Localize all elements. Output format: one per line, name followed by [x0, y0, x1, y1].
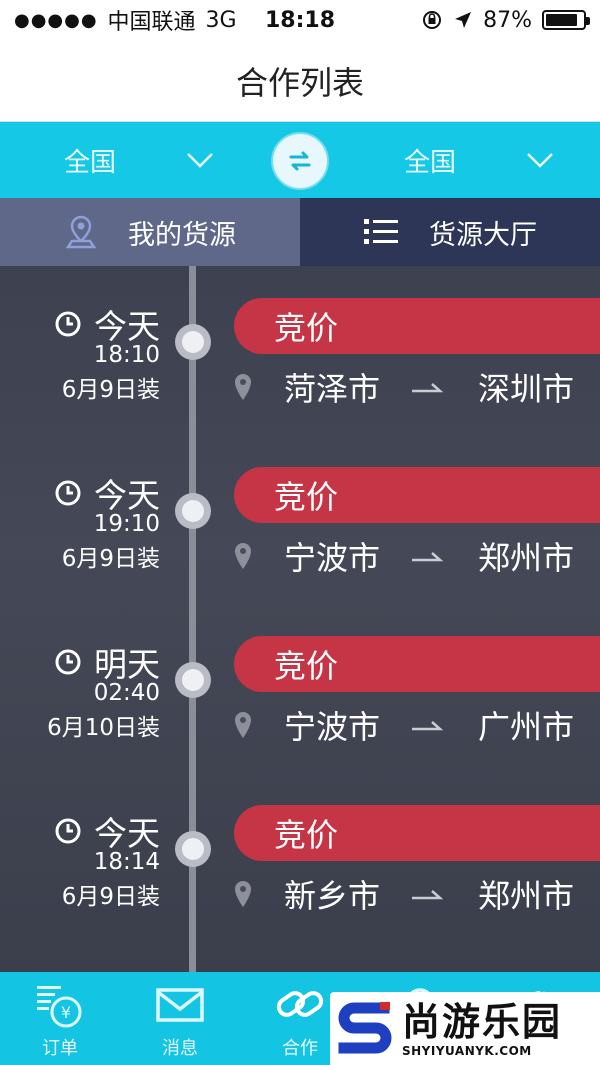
battery-icon: [542, 10, 590, 30]
bid-badge-label: 竞价: [274, 816, 339, 854]
location-pin-icon: [235, 881, 251, 907]
region-from-label: 全国: [64, 147, 117, 178]
watermark-s-icon: [338, 1001, 392, 1053]
arrow-right-icon: [412, 383, 444, 393]
region-from-selector[interactable]: 全国: [64, 122, 264, 198]
tab-bar: 我的货源 货源大厅: [0, 198, 600, 266]
clock-icon: [55, 818, 81, 844]
list-item[interactable]: 今天 18:14 6月9日装 竞价 新乡市 郑州市: [0, 773, 600, 943]
time-label: 18:10: [93, 342, 160, 368]
bid-badge-label: 竞价: [274, 647, 339, 685]
watermark-cn: 尚游乐园: [402, 999, 563, 1044]
order-icon: ¥: [37, 986, 82, 1028]
list-item[interactable]: 明天 02:40 6月10日装 竞价 宁波市 广州市: [0, 604, 600, 774]
route: 宁波市 广州市: [232, 700, 600, 750]
route: 菏泽市 深圳市: [232, 362, 600, 412]
location-pin-icon: [235, 712, 251, 738]
destination-city: 深圳市: [478, 370, 575, 408]
route: 新乡市 郑州市: [232, 869, 600, 919]
destination-city: 郑州市: [478, 877, 575, 915]
origin-city: 新乡市: [284, 877, 381, 915]
origin-city: 宁波市: [284, 539, 381, 577]
tab-my-cargo-label: 我的货源: [128, 219, 236, 251]
bid-badge: 竞价: [234, 636, 600, 692]
origin-city: 菏泽市: [284, 370, 381, 408]
battery-level: [546, 14, 578, 26]
tab-cargo-hall[interactable]: 货源大厅: [300, 198, 600, 266]
location-pin-icon: [235, 543, 251, 569]
bid-badge: 竞价: [234, 467, 600, 523]
arrow-right-icon: [412, 552, 444, 562]
load-date-label: 6月9日装: [61, 884, 160, 910]
destination-city: 广州市: [478, 708, 575, 746]
load-date-label: 6月9日装: [61, 377, 160, 403]
timeline-node: [175, 831, 211, 867]
bid-badge-label: 竞价: [274, 309, 339, 347]
watermark-en: SHYIYUANYK.COM: [402, 1043, 532, 1058]
list-item[interactable]: 今天 19:10 6月9日装 竞价 宁波市 郑州市: [0, 435, 600, 605]
rotation-lock-icon: [423, 11, 442, 29]
route: 宁波市 郑州市: [232, 531, 600, 581]
day-label: 今天: [94, 307, 160, 346]
tab-my-cargo[interactable]: 我的货源: [0, 198, 300, 266]
load-date-label: 6月9日装: [61, 546, 160, 572]
timeline-node: [175, 662, 211, 698]
status-bar: ●●●●● 中国联通 3G 18:18 87%: [0, 0, 600, 40]
nav-messages-label: 消息: [162, 1038, 198, 1059]
location-pin-icon: [65, 215, 97, 249]
watermark-logo: 尚游乐园 SHYIYUANYK.COM: [330, 992, 600, 1065]
cargo-list: 今天 18:10 6月9日装 竞价 菏泽市 深圳市 今天 19:10 6月9日装…: [0, 266, 600, 972]
time-label: 02:40: [93, 680, 160, 706]
chevron-down-icon: [187, 153, 213, 168]
location-arrow-icon: [455, 12, 472, 28]
clock-icon: [55, 311, 81, 337]
time-label: 19:10: [93, 511, 160, 537]
clock-icon: [55, 480, 81, 506]
tab-cargo-hall-label: 货源大厅: [429, 219, 537, 251]
load-date-label: 6月10日装: [47, 715, 160, 741]
mail-icon: [156, 988, 204, 1022]
title-bar: 合作列表: [0, 40, 600, 122]
destination-city: 郑州市: [478, 539, 575, 577]
nav-orders-label: 订单: [42, 1038, 78, 1059]
nav-cooperation-label: 合作: [282, 1038, 318, 1059]
timeline-node: [175, 324, 211, 360]
link-icon: [276, 991, 324, 1017]
page-title: 合作列表: [235, 63, 364, 102]
region-to-selector[interactable]: 全国: [404, 122, 600, 198]
day-label: 明天: [94, 645, 160, 684]
origin-city: 宁波市: [284, 708, 381, 746]
chevron-down-icon: [527, 153, 553, 168]
svg-text:¥: ¥: [61, 1003, 71, 1022]
list-item[interactable]: 今天 18:10 6月9日装 竞价 菏泽市 深圳市: [0, 266, 600, 436]
swap-button[interactable]: [273, 134, 327, 188]
swap-icon: [289, 151, 311, 171]
bid-badge: 竞价: [234, 298, 600, 354]
time-label: 18:14: [93, 849, 160, 875]
nav-orders[interactable]: ¥ 订单: [0, 972, 120, 1065]
nav-messages[interactable]: 消息: [120, 972, 240, 1065]
bid-badge-label: 竞价: [274, 478, 339, 516]
timeline-node: [175, 493, 211, 529]
arrow-right-icon: [412, 721, 444, 731]
day-label: 今天: [94, 814, 160, 853]
battery-percent: 87%: [483, 7, 532, 33]
day-label: 今天: [94, 476, 160, 515]
arrow-right-icon: [412, 890, 444, 900]
bid-badge: 竞价: [234, 805, 600, 861]
region-to-label: 全国: [404, 147, 457, 178]
location-pin-icon: [235, 374, 251, 400]
list-icon: [364, 219, 398, 244]
clock-icon: [55, 649, 81, 675]
